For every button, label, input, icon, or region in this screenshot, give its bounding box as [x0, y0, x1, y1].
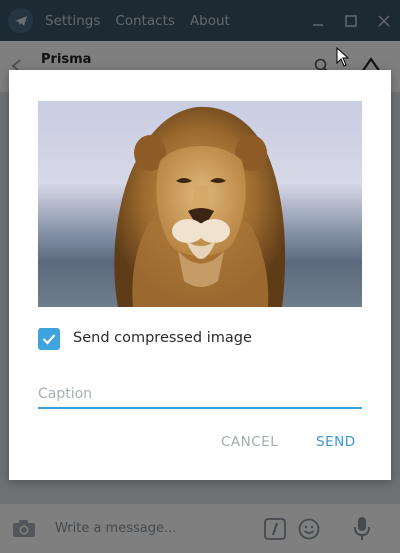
- send-photo-dialog: Send compressed image CANCEL SEND: [9, 70, 391, 480]
- lion-image: [114, 106, 286, 307]
- compress-checkbox[interactable]: [38, 328, 60, 350]
- mouse-cursor-icon: [336, 47, 350, 67]
- cancel-button[interactable]: CANCEL: [221, 434, 278, 450]
- compress-checkbox-label[interactable]: Send compressed image: [73, 330, 252, 346]
- send-button[interactable]: SEND: [316, 434, 356, 450]
- caption-input[interactable]: [38, 381, 362, 409]
- photo-preview: [38, 101, 362, 307]
- checkmark-icon: [42, 334, 56, 345]
